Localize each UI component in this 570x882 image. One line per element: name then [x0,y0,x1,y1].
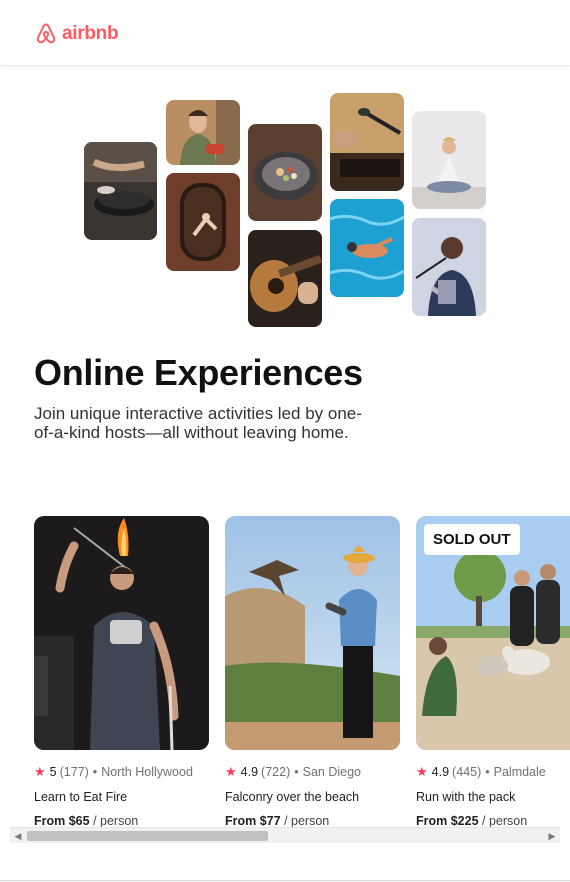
star-icon: ★ [416,764,428,779]
collage-image-acrobat [166,173,240,271]
sold-out-badge: SOLD OUT [424,524,520,555]
card-rating: 4.9 [240,765,259,779]
collage-image-swimmer [330,199,404,297]
carousel-scrollbar[interactable]: ◀ ▶ [10,827,560,843]
card-price: From $225 / person [416,814,570,828]
collage-image-food-bowl [248,124,322,221]
page-title: Online Experiences [34,352,363,393]
page-subtitle: Join unique interactive activities led b… [34,404,362,442]
page-divider [0,880,570,881]
collage-image-cooking-pan [84,142,157,240]
card-price-unit: / person [482,814,528,828]
card-location: Palmdale [493,765,546,779]
collage-image-singer [412,218,486,316]
experience-image-falconry[interactable] [225,516,400,750]
card-price: From $77 / person [225,814,400,828]
experience-card[interactable]: SOLD OUT ★ 4.9 (445) • Palmdale Run with… [416,516,570,828]
card-location: North Hollywood [101,765,193,779]
card-rating: 4.9 [431,765,450,779]
separator-dot: • [294,765,299,779]
collage-image-woman-cooking [166,100,240,165]
card-title[interactable]: Falconry over the beach [225,790,400,804]
scrollbar-thumb[interactable] [27,831,268,841]
card-rating: 5 [49,765,57,779]
separator-dot: • [92,765,98,779]
card-meta: ★ 4.9 (722) • San Diego [225,764,400,780]
experience-image-dog-pack[interactable]: SOLD OUT [416,516,570,750]
card-review-count: (722) [261,765,291,779]
star-icon: ★ [34,764,46,779]
card-review-count: (177) [59,765,89,779]
experience-card[interactable]: ★ 4.9 (722) • San Diego Falconry over th… [225,516,400,828]
experience-carousel[interactable]: ★ 5 (177) • North Hollywood Learn to Eat… [34,516,570,828]
card-price: From $65 / person [34,814,209,828]
card-title[interactable]: Run with the pack [416,790,570,804]
experience-image-fire-eating[interactable] [34,516,209,750]
card-meta: ★ 5 (177) • North Hollywood [34,764,209,780]
collage-image-guitar [248,230,322,327]
card-price-amount: From $225 [416,814,479,828]
scroll-left-arrow-icon[interactable]: ◀ [10,828,26,844]
scroll-right-arrow-icon[interactable]: ▶ [544,828,560,844]
card-price-amount: From $77 [225,814,281,828]
card-price-unit: / person [93,814,139,828]
card-title[interactable]: Learn to Eat Fire [34,790,209,804]
experience-card[interactable]: ★ 5 (177) • North Hollywood Learn to Eat… [34,516,209,828]
card-price-unit: / person [284,814,330,828]
card-review-count: (445) [452,765,482,779]
collage-image-meditation [412,111,486,209]
card-price-amount: From $65 [34,814,90,828]
separator-dot: • [485,765,490,779]
star-icon: ★ [225,764,237,779]
card-location: San Diego [302,765,361,779]
hero-collage [0,0,570,340]
collage-image-microphone [330,93,404,191]
card-meta: ★ 4.9 (445) • Palmdale [416,764,570,780]
